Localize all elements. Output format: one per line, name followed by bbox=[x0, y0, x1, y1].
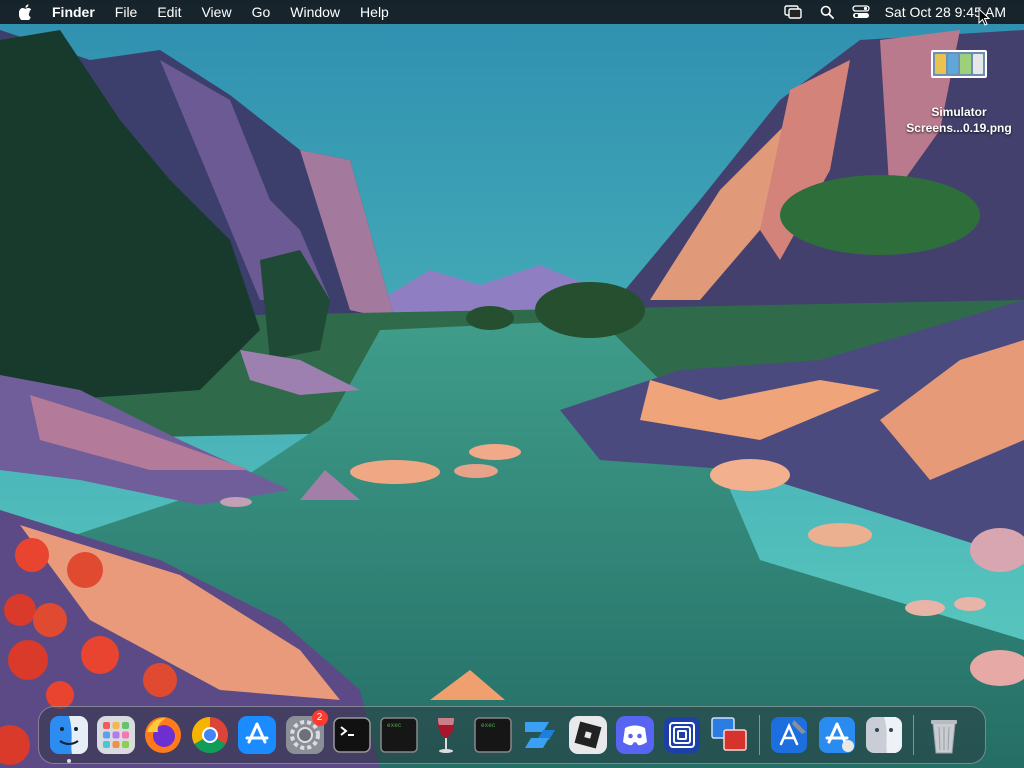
menu-edit[interactable]: Edit bbox=[147, 0, 191, 24]
dock-launchpad[interactable] bbox=[95, 714, 137, 756]
dock-system-settings[interactable]: 2 bbox=[284, 710, 328, 756]
wine-glass-icon bbox=[437, 718, 455, 753]
terminal-icon bbox=[332, 717, 371, 753]
frame-app-icon bbox=[664, 717, 701, 753]
menu-window[interactable]: Window bbox=[280, 0, 350, 24]
chrome-icon bbox=[192, 717, 229, 754]
file-name-label: Simulator Screens...0.19.png bbox=[900, 104, 1018, 136]
exec-icon: exec bbox=[380, 717, 418, 753]
exec-label: exec bbox=[387, 722, 402, 729]
dock-exec-2[interactable]: exec bbox=[472, 714, 514, 756]
discord-icon bbox=[615, 716, 654, 754]
firefox-icon bbox=[144, 717, 181, 753]
dock-separator bbox=[758, 715, 760, 755]
dock-app-store[interactable] bbox=[236, 714, 278, 756]
dock: 2 exec exec bbox=[38, 706, 986, 764]
finder-icon bbox=[49, 716, 88, 754]
desktop-file-screenshot[interactable]: Simulator Screens...0.19.png bbox=[900, 46, 1018, 136]
dock-remote-desktop[interactable] bbox=[708, 714, 750, 756]
file-name-line-2: Screens...0.19.png bbox=[906, 121, 1012, 135]
menu-view[interactable]: View bbox=[191, 0, 241, 24]
file-thumbnail bbox=[931, 50, 987, 78]
menu-go[interactable]: Go bbox=[242, 0, 281, 24]
apple-menu-icon[interactable] bbox=[14, 0, 38, 24]
xcode-icon bbox=[771, 717, 808, 753]
app-store-icon bbox=[238, 716, 277, 754]
dock-frame-app[interactable] bbox=[661, 714, 703, 756]
dock-terminal[interactable] bbox=[331, 714, 373, 756]
dock-discord[interactable] bbox=[614, 714, 656, 756]
roblox-studio-icon bbox=[525, 722, 556, 748]
notification-badge: 2 bbox=[311, 710, 328, 726]
menu-bar-right: Sat Oct 28 9:45 AM bbox=[783, 0, 1006, 24]
dock-separator bbox=[913, 715, 915, 755]
dock-wine[interactable] bbox=[425, 714, 467, 756]
menu-bar: Finder File Edit View Go Window Help Sat… bbox=[0, 0, 1024, 24]
dock-trash[interactable] bbox=[923, 714, 965, 756]
dock-roblox-studio[interactable] bbox=[519, 714, 561, 756]
dock-roblox[interactable] bbox=[567, 714, 609, 756]
dock-finder[interactable] bbox=[48, 714, 90, 763]
control-center-icon[interactable] bbox=[851, 0, 871, 24]
running-indicator bbox=[66, 759, 71, 763]
exec-label: exec bbox=[481, 722, 496, 729]
launchpad-icon bbox=[96, 716, 135, 754]
file-name-line-1: Simulator bbox=[931, 105, 987, 119]
screen-mirroring-icon[interactable] bbox=[783, 0, 803, 24]
exec-icon: exec bbox=[474, 717, 513, 753]
dock-finder-preview[interactable] bbox=[863, 714, 905, 756]
desktop-wallpaper bbox=[0, 0, 1024, 768]
menu-bar-left: Finder File Edit View Go Window Help bbox=[0, 0, 399, 24]
app-store-icon bbox=[818, 717, 855, 753]
menu-help[interactable]: Help bbox=[350, 0, 399, 24]
dock-xcode[interactable] bbox=[768, 714, 810, 756]
finder-icon bbox=[865, 717, 902, 753]
dock-exec-1[interactable]: exec bbox=[378, 714, 420, 756]
dock-chrome[interactable] bbox=[189, 714, 231, 756]
app-name-menu[interactable]: Finder bbox=[42, 0, 105, 24]
spotlight-search-icon[interactable] bbox=[817, 0, 837, 24]
remote-desktop-icon bbox=[711, 717, 747, 751]
roblox-icon bbox=[568, 716, 607, 754]
menu-file[interactable]: File bbox=[105, 0, 148, 24]
dock-app-store-2[interactable] bbox=[816, 714, 858, 756]
dock-firefox[interactable] bbox=[142, 714, 184, 756]
mouse-pointer-icon bbox=[978, 8, 990, 26]
trash-icon bbox=[930, 720, 957, 754]
